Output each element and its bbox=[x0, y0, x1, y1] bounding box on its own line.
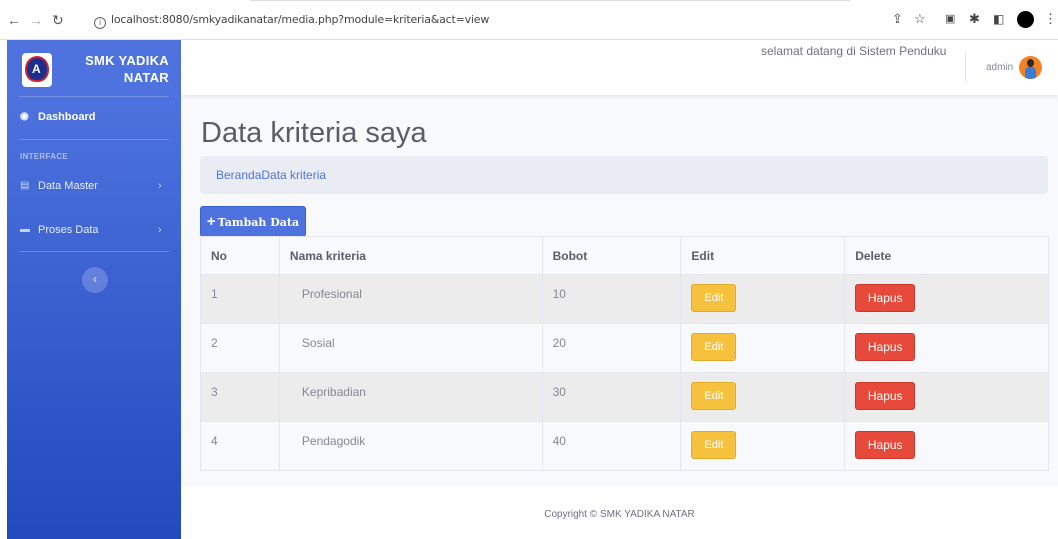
edit-button[interactable]: Edit bbox=[691, 431, 737, 459]
cell-edit: Edit bbox=[680, 372, 846, 422]
cell-nama: Kepribadian bbox=[278, 372, 543, 422]
cell-delete: Hapus bbox=[844, 372, 1049, 422]
delete-button[interactable]: Hapus bbox=[855, 333, 916, 361]
topbar-divider bbox=[965, 52, 966, 82]
school-logo-icon: A bbox=[22, 53, 52, 87]
cell-delete: Hapus bbox=[844, 421, 1049, 471]
puzzle-icon[interactable]: ✱ bbox=[969, 12, 980, 26]
sidebar-brand[interactable]: A SMK YADIKA NATAR bbox=[7, 40, 181, 96]
edit-button[interactable]: Edit bbox=[691, 333, 737, 361]
sidebar-item-label: Dashboard bbox=[38, 111, 96, 123]
copyright-text: Copyright © SMK YADIKA NATAR bbox=[544, 509, 695, 520]
add-data-label: Tambah Data bbox=[217, 216, 300, 229]
extension-icon[interactable]: ▣ bbox=[945, 12, 955, 26]
table-row: 2 Sosial 20 Edit Hapus bbox=[200, 323, 1049, 373]
delete-button[interactable]: Hapus bbox=[855, 382, 916, 410]
table-row: 4 Pendagodik 40 Edit Hapus bbox=[200, 421, 1049, 471]
main-content: selamat datang di Sistem Penduku admin D… bbox=[181, 40, 1058, 539]
cell-nama: Profesional bbox=[278, 274, 543, 324]
column-header-delete: Delete bbox=[844, 236, 1049, 275]
chevron-right-icon: › bbox=[158, 224, 162, 236]
cell-bobot: 10 bbox=[541, 274, 682, 324]
sidebar-item-proses-data[interactable]: ▬ Proses Data › bbox=[7, 220, 181, 240]
sidebar-item-label: Proses Data bbox=[38, 224, 99, 236]
sidebar-heading: INTERFACE bbox=[20, 152, 69, 161]
sidebar-divider bbox=[19, 139, 169, 140]
database-icon: ▤ bbox=[20, 180, 30, 191]
sidebar-divider bbox=[19, 96, 169, 97]
sidebar-divider bbox=[19, 251, 169, 252]
site-info-icon[interactable]: i bbox=[94, 17, 106, 29]
delete-button[interactable]: Hapus bbox=[855, 284, 916, 312]
sidebar-toggle-button[interactable]: ‹ bbox=[82, 267, 108, 293]
footer: Copyright © SMK YADIKA NATAR bbox=[181, 487, 1058, 539]
welcome-marquee: selamat datang di Sistem Penduku bbox=[761, 44, 947, 58]
side-panel-icon[interactable]: ◧ bbox=[993, 12, 1004, 26]
dashboard-icon: ◉ bbox=[20, 111, 29, 122]
cell-bobot: 30 bbox=[541, 372, 682, 422]
cell-nama: Pendagodik bbox=[278, 421, 543, 471]
bookmark-star-icon[interactable]: ☆ bbox=[914, 12, 926, 26]
table-header-row: No Nama kriteria Bobot Edit Delete bbox=[200, 236, 1049, 275]
cell-nama: Sosial bbox=[278, 323, 543, 373]
back-icon[interactable]: ← bbox=[7, 13, 21, 27]
forward-icon[interactable]: → bbox=[29, 13, 43, 27]
chevron-right-icon: › bbox=[158, 180, 162, 192]
add-data-button[interactable]: + Tambah Data bbox=[200, 206, 306, 237]
topbar: selamat datang di Sistem Penduku admin bbox=[181, 40, 1058, 95]
column-header-edit: Edit bbox=[680, 236, 846, 275]
page-title: Data kriteria saya bbox=[201, 117, 427, 149]
sidebar: A SMK YADIKA NATAR ◉ Dashboard INTERFACE… bbox=[7, 40, 181, 539]
address-bar[interactable]: i localhost:8080/smkyadikanatar/media.php… bbox=[94, 11, 854, 29]
share-icon[interactable]: ⇪ bbox=[892, 12, 903, 26]
plus-icon: + bbox=[206, 213, 216, 230]
cell-edit: Edit bbox=[680, 274, 846, 324]
cell-no: 1 bbox=[200, 274, 280, 324]
user-name[interactable]: admin bbox=[986, 62, 1013, 73]
table-row: 3 Kepribadian 30 Edit Hapus bbox=[200, 372, 1049, 422]
sidebar-item-data-master[interactable]: ▤ Data Master › bbox=[7, 176, 181, 196]
cell-no: 4 bbox=[200, 421, 280, 471]
criteria-table: No Nama kriteria Bobot Edit Delete 1 Pro… bbox=[200, 236, 1049, 471]
edit-button[interactable]: Edit bbox=[691, 284, 737, 312]
breadcrumb-text[interactable]: BerandaData kriteria bbox=[216, 168, 326, 182]
table-row: 1 Profesional 10 Edit Hapus bbox=[200, 274, 1049, 324]
cell-delete: Hapus bbox=[844, 274, 1049, 324]
cell-edit: Edit bbox=[680, 421, 846, 471]
cell-edit: Edit bbox=[680, 323, 846, 373]
sidebar-item-label: Data Master bbox=[38, 180, 98, 192]
user-avatar-icon[interactable] bbox=[1019, 56, 1042, 79]
menu-kebab-icon[interactable]: ⋮ bbox=[1044, 12, 1057, 26]
column-header-no: No bbox=[200, 236, 280, 275]
profile-avatar-icon[interactable] bbox=[1017, 11, 1034, 28]
cell-delete: Hapus bbox=[844, 323, 1049, 373]
cell-bobot: 40 bbox=[541, 421, 682, 471]
delete-button[interactable]: Hapus bbox=[855, 431, 916, 459]
column-header-bobot: Bobot bbox=[541, 236, 682, 275]
folder-icon: ▬ bbox=[20, 224, 30, 235]
sidebar-item-dashboard[interactable]: ◉ Dashboard bbox=[7, 107, 181, 127]
cell-no: 3 bbox=[200, 372, 280, 422]
reload-icon[interactable]: ↻ bbox=[52, 13, 64, 27]
edit-button[interactable]: Edit bbox=[691, 382, 737, 410]
brand-name: SMK YADIKA NATAR bbox=[85, 53, 169, 85]
breadcrumb: BerandaData kriteria bbox=[200, 156, 1048, 194]
url-text: localhost:8080/smkyadikanatar/media.php?… bbox=[111, 13, 490, 26]
cell-no: 2 bbox=[200, 323, 280, 373]
browser-toolbar: ← → ↻ i localhost:8080/smkyadikanatar/med… bbox=[0, 0, 1058, 40]
cell-bobot: 20 bbox=[541, 323, 682, 373]
column-header-nama: Nama kriteria bbox=[278, 236, 543, 275]
tab-strip-edge bbox=[250, 0, 850, 6]
